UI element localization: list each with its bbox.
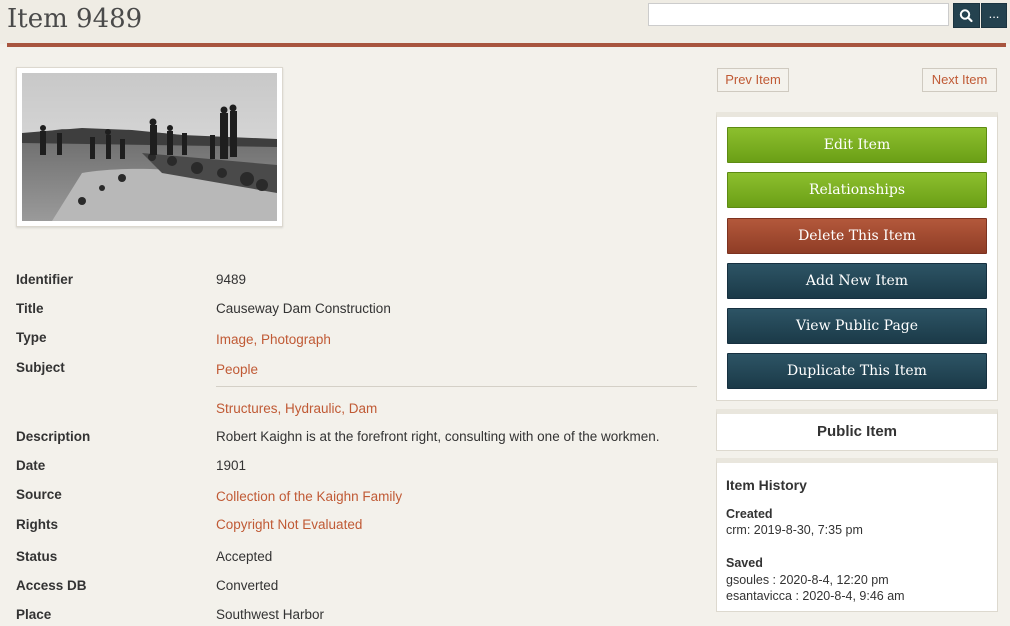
saved-label: Saved xyxy=(726,556,763,570)
source-link[interactable]: Collection of the Kaighn Family xyxy=(216,489,402,504)
prev-item-button[interactable]: Prev Item xyxy=(717,68,789,92)
next-item-button[interactable]: Next Item xyxy=(922,68,997,92)
item-photo[interactable] xyxy=(22,73,277,221)
created-label: Created xyxy=(726,507,773,521)
search-icon xyxy=(959,9,973,23)
place-label: Place xyxy=(16,607,52,622)
photo-image xyxy=(22,73,277,221)
page-title: Item 9489 xyxy=(7,4,143,34)
status-label: Status xyxy=(16,549,58,564)
title-value: Causeway Dam Construction xyxy=(216,301,391,316)
type-link[interactable]: Image, Photograph xyxy=(216,332,331,347)
type-label: Type xyxy=(16,330,47,345)
saved-entry: gsoules : 2020-8-4, 12:20 pm xyxy=(726,573,889,587)
search-button[interactable] xyxy=(953,3,980,28)
item-photo-frame[interactable] xyxy=(16,67,283,227)
subject-link-structures[interactable]: Structures, Hydraulic, Dam xyxy=(216,401,377,416)
description-label: Description xyxy=(16,429,91,444)
description-value: Robert Kaighn is at the forefront right,… xyxy=(216,429,660,444)
add-new-item-button[interactable]: Add New Item xyxy=(727,263,987,299)
item-history-panel: Item History Created crm: 2019-8-30, 7:3… xyxy=(716,458,998,612)
delete-item-button[interactable]: Delete This Item xyxy=(727,218,987,254)
place-value: Southwest Harbor xyxy=(216,607,325,622)
created-entry: crm: 2019-8-30, 7:35 pm xyxy=(726,523,863,537)
status-value: Accepted xyxy=(216,549,273,564)
saved-entry: esantavicca : 2020-8-4, 9:46 am xyxy=(726,589,905,603)
title-label: Title xyxy=(16,301,44,316)
relationships-button[interactable]: Relationships xyxy=(727,172,987,208)
access-db-value: Converted xyxy=(216,578,279,593)
subject-label: Subject xyxy=(16,360,65,375)
item-history-title: Item History xyxy=(726,477,807,493)
source-label: Source xyxy=(16,487,62,502)
identifier-value: 9489 xyxy=(216,272,247,287)
edit-item-button[interactable]: Edit Item xyxy=(727,127,987,163)
search-input[interactable] xyxy=(648,3,949,26)
duplicate-item-button[interactable]: Duplicate This Item xyxy=(727,353,987,389)
subject-link-people[interactable]: People xyxy=(216,362,258,377)
view-public-page-button[interactable]: View Public Page xyxy=(727,308,987,344)
date-label: Date xyxy=(16,458,46,473)
identifier-label: Identifier xyxy=(16,272,74,287)
public-item-status: Public Item xyxy=(716,409,998,451)
rights-link[interactable]: Copyright Not Evaluated xyxy=(216,517,362,532)
header-divider xyxy=(7,43,1006,47)
date-value: 1901 xyxy=(216,458,247,473)
subject-divider xyxy=(216,386,697,387)
more-options-button[interactable]: ... xyxy=(981,3,1007,28)
access-db-label: Access DB xyxy=(16,578,87,593)
rights-label: Rights xyxy=(16,517,58,532)
